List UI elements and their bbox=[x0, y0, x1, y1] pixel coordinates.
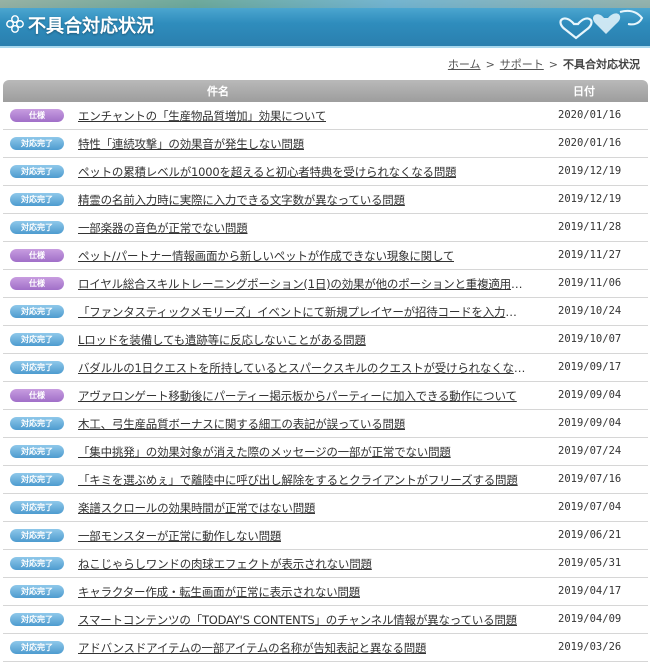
issue-list: 仕様 エンチャントの「生産物品質増加」効果について 2020/01/16 対応完了 特性… bbox=[3, 102, 648, 662]
flower-icon bbox=[6, 15, 24, 33]
issue-title-link[interactable]: 木工、弓生産品質ボーナスに関する細工の表記が誤っている問題 bbox=[78, 416, 405, 432]
issue-date: 2019/10/24 bbox=[558, 305, 622, 317]
status-badge: 対応完了 bbox=[10, 641, 64, 654]
table-row: 対応完了 特性「連続攻撃」の効果音が発生しない問題 2020/01/16 bbox=[3, 130, 648, 158]
table-row: 対応完了 キャラクター作成・転生画面が正常に表示されない問題 2019/04/17 bbox=[3, 578, 648, 606]
table-row: 対応完了 スマートコンテンツの「TODAY'S CONTENTS」のチャンネル情報… bbox=[3, 606, 648, 634]
table-row: 対応完了 木工、弓生産品質ボーナスに関する細工の表記が誤っている問題 2019/09… bbox=[3, 410, 648, 438]
issue-title-link[interactable]: 精霊の名前入力時に実際に入力できる文字数が異なっている問題 bbox=[78, 192, 405, 208]
issue-title-link[interactable]: バダルルの1日クエストを所持しているとスパークスキルのクエストが受けられなくなる… bbox=[78, 360, 526, 376]
issue-date: 2020/01/16 bbox=[558, 109, 622, 121]
issue-date: 2019/07/04 bbox=[558, 501, 622, 513]
issue-title-link[interactable]: アドバンスドアイテムの一部アイテムの名称が告知表記と異なる問題 bbox=[78, 640, 426, 656]
issue-date: 2019/09/04 bbox=[558, 417, 622, 429]
issue-title-link[interactable]: スマートコンテンツの「TODAY'S CONTENTS」のチャンネル情報が異なっ… bbox=[78, 612, 517, 628]
table-row: 対応完了 一部楽器の音色が正常でない問題 2019/11/28 bbox=[3, 214, 648, 242]
column-header-date: 日付 bbox=[573, 85, 595, 98]
status-badge: 対応完了 bbox=[10, 165, 64, 178]
status-badge: 対応完了 bbox=[10, 221, 64, 234]
issue-title-link[interactable]: ねこじゃらしワンドの肉球エフェクトが表示されない問題 bbox=[78, 556, 372, 572]
status-badge: 対応完了 bbox=[10, 137, 64, 150]
issue-title-link[interactable]: 特性「連続攻撃」の効果音が発生しない問題 bbox=[78, 136, 304, 152]
status-badge: 対応完了 bbox=[10, 193, 64, 206]
status-badge: 対応完了 bbox=[10, 333, 64, 346]
issue-date: 2019/11/27 bbox=[558, 249, 622, 261]
table-row: 対応完了 「キミを選ぶめぇ」で離陸中に呼び出し解除をするとクライアントがフリーズす… bbox=[3, 466, 648, 494]
issue-date: 2019/03/26 bbox=[558, 641, 622, 653]
table-row: 対応完了 精霊の名前入力時に実際に入力できる文字数が異なっている問題 2019/12… bbox=[3, 186, 648, 214]
breadcrumb-home-link[interactable]: ホーム bbox=[448, 58, 481, 71]
status-badge: 仕様 bbox=[10, 249, 64, 262]
table-row: 仕様 ペット/パートナー情報画面から新しいペットが作成できない現象に関して 2019… bbox=[3, 242, 648, 270]
table-row: 仕様 エンチャントの「生産物品質増加」効果について 2020/01/16 bbox=[3, 102, 648, 130]
issue-date: 2019/09/17 bbox=[558, 361, 622, 373]
issue-date: 2019/11/06 bbox=[558, 277, 622, 289]
issue-title-link[interactable]: 「キミを選ぶめぇ」で離陸中に呼び出し解除をするとクライアントがフリーズする問題 bbox=[78, 472, 518, 488]
table-row: 対応完了 バダルルの1日クエストを所持しているとスパークスキルのクエストが受けられ… bbox=[3, 354, 648, 382]
issue-title-link[interactable]: ペットの累積レベルが1000を超えると初心者特典を受けられなくなる問題 bbox=[78, 164, 456, 180]
status-badge: 仕様 bbox=[10, 277, 64, 290]
column-header-title: 件名 bbox=[207, 85, 229, 98]
issue-date: 2019/06/21 bbox=[558, 529, 622, 541]
status-badge: 対応完了 bbox=[10, 445, 64, 458]
issue-date: 2019/04/17 bbox=[558, 585, 622, 597]
page-title: 不具合対応状況 bbox=[28, 16, 154, 37]
table-row: 対応完了 ペットの累積レベルが1000を超えると初心者特典を受けられなくなる問題 2… bbox=[3, 158, 648, 186]
issue-date: 2019/12/19 bbox=[558, 193, 622, 205]
table-row: 対応完了 「ファンタスティックメモリーズ」イベントにて新規プレイヤーが招待コードを… bbox=[3, 298, 648, 326]
issue-date: 2019/07/16 bbox=[558, 473, 622, 485]
status-badge: 対応完了 bbox=[10, 613, 64, 626]
status-badge: 仕様 bbox=[10, 109, 64, 122]
status-badge: 仕様 bbox=[10, 389, 64, 402]
issue-date: 2019/07/24 bbox=[558, 445, 622, 457]
status-badge: 対応完了 bbox=[10, 361, 64, 374]
table-row: 対応完了 一部モンスターが正常に動作しない問題 2019/06/21 bbox=[3, 522, 648, 550]
issue-title-link[interactable]: 一部楽器の音色が正常でない問題 bbox=[78, 220, 248, 236]
issue-title-link[interactable]: ペット/パートナー情報画面から新しいペットが作成できない現象に関して bbox=[78, 248, 454, 264]
issue-date: 2019/12/19 bbox=[558, 165, 622, 177]
header-decoration-stripe bbox=[0, 0, 650, 8]
table-row: 対応完了 「集中挑発」の効果対象が消えた際のメッセージの一部が正常でない問題 201… bbox=[3, 438, 648, 466]
issue-date: 2019/09/04 bbox=[558, 389, 622, 401]
status-badge: 対応完了 bbox=[10, 417, 64, 430]
status-badge: 対応完了 bbox=[10, 305, 64, 318]
issue-title-link[interactable]: ロイヤル総合スキルトレーニングポーション(1日)の効果が他のポーションと重複適用… bbox=[78, 276, 526, 292]
issue-title-link[interactable]: エンチャントの「生産物品質増加」効果について bbox=[78, 108, 326, 124]
issue-title-link[interactable]: アヴァロンゲート移動後にパーティー掲示板からパーティーに加入できる動作について bbox=[78, 388, 517, 404]
status-badge: 対応完了 bbox=[10, 501, 64, 514]
issue-title-link[interactable]: 「ファンタスティックメモリーズ」イベントにて新規プレイヤーが招待コードを入力でき… bbox=[78, 304, 526, 320]
issue-date: 2019/11/28 bbox=[558, 221, 622, 233]
table-row: 対応完了 ねこじゃらしワンドの肉球エフェクトが表示されない問題 2019/05/31 bbox=[3, 550, 648, 578]
status-badge: 対応完了 bbox=[10, 557, 64, 570]
issue-date: 2019/10/07 bbox=[558, 333, 622, 345]
table-row: 対応完了 アドバンスドアイテムの一部アイテムの名称が告知表記と異なる問題 2019/… bbox=[3, 634, 648, 662]
issue-title-link[interactable]: 「集中挑発」の効果対象が消えた際のメッセージの一部が正常でない問題 bbox=[78, 444, 451, 460]
issue-date: 2019/05/31 bbox=[558, 557, 622, 569]
issue-date: 2020/01/16 bbox=[558, 137, 622, 149]
breadcrumb-separator: > bbox=[548, 58, 558, 71]
breadcrumb-support-link[interactable]: サポート bbox=[500, 58, 544, 71]
table-header: 件名 日付 bbox=[3, 80, 648, 102]
breadcrumb-separator: > bbox=[485, 58, 495, 71]
table-row: 対応完了 楽譜スクロールの効果時間が正常ではない問題 2019/07/04 bbox=[3, 494, 648, 522]
page-header: 不具合対応状況 bbox=[0, 0, 650, 48]
table-row: 仕様 アヴァロンゲート移動後にパーティー掲示板からパーティーに加入できる動作につい… bbox=[3, 382, 648, 410]
breadcrumb: ホーム > サポート > 不具合対応状況 bbox=[0, 50, 650, 80]
breadcrumb-current: 不具合対応状況 bbox=[563, 58, 640, 71]
heart-decoration-icon bbox=[559, 9, 644, 40]
table-row: 仕様 ロイヤル総合スキルトレーニングポーション(1日)の効果が他のポーションと重複… bbox=[3, 270, 648, 298]
issue-title-link[interactable]: 楽譜スクロールの効果時間が正常ではない問題 bbox=[78, 500, 315, 516]
issue-title-link[interactable]: Lロッドを装備しても遺跡等に反応しないことがある問題 bbox=[78, 332, 366, 348]
issue-title-link[interactable]: キャラクター作成・転生画面が正常に表示されない問題 bbox=[78, 584, 360, 600]
table-row: 対応完了 Lロッドを装備しても遺跡等に反応しないことがある問題 2019/10/07 bbox=[3, 326, 648, 354]
issue-title-link[interactable]: 一部モンスターが正常に動作しない問題 bbox=[78, 528, 281, 544]
status-badge: 対応完了 bbox=[10, 585, 64, 598]
issue-date: 2019/04/09 bbox=[558, 613, 622, 625]
status-badge: 対応完了 bbox=[10, 529, 64, 542]
status-badge: 対応完了 bbox=[10, 473, 64, 486]
